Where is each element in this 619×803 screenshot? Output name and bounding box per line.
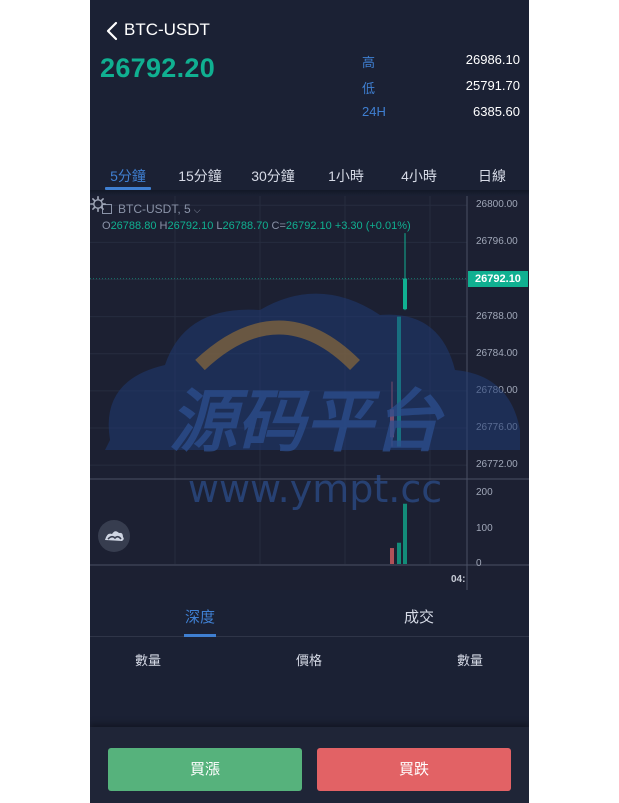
- price-axis-tick: 26776.00: [476, 421, 518, 433]
- price-axis-tick: 26800.00: [476, 199, 518, 211]
- volume-axis-tick: 0: [476, 558, 482, 569]
- time-axis-label: 04:: [451, 574, 466, 585]
- chart-symbol-label: BTC-USDT, 5: [118, 202, 191, 216]
- tab-30min[interactable]: 30分鐘: [243, 166, 303, 186]
- tab-daily[interactable]: 日線: [462, 166, 522, 186]
- price-axis-tick: 26784.00: [476, 347, 518, 359]
- current-price-tag: 26792.10: [468, 271, 528, 287]
- chevron-down-icon[interactable]: ⌵: [194, 205, 201, 215]
- stat-24h-label: 24H: [362, 104, 386, 119]
- ohlc-o-label: O: [102, 220, 111, 232]
- tab-4hour[interactable]: 4小時: [389, 166, 449, 186]
- tab-depth[interactable]: 深度: [160, 606, 240, 627]
- chart-background: [90, 196, 529, 590]
- period-tabs: 5分鐘 15分鐘 30分鐘 1小時 4小時 日線: [90, 160, 529, 190]
- price-axis-tick: 26772.00: [476, 459, 518, 471]
- tab-5min[interactable]: 5分鐘: [98, 166, 158, 186]
- candle-body: [390, 409, 394, 438]
- market-header: BTC-USDT 26792.20 高 26986.10 低 25791.70 …: [90, 0, 529, 160]
- stat-low-label: 低: [362, 81, 376, 96]
- kline-chart[interactable]: BTC-USDT, 5 ⌵ O26788.80 H26792.10 L26788.…: [90, 196, 529, 590]
- price-axis-tick: 26780.00: [476, 384, 518, 396]
- candle-body: [397, 316, 401, 447]
- ohlc-c-label: C=: [271, 220, 286, 232]
- volume-axis-tick: 100: [476, 522, 493, 534]
- ohlc-legend: O26788.80 H26792.10 L26788.70 C=26792.10…: [102, 220, 411, 232]
- ohlc-change: +3.30 (+0.01%): [334, 220, 411, 232]
- depth-table-body: [90, 677, 529, 727]
- price-axis-tick: 26788.00: [476, 310, 518, 322]
- pair-title: BTC-USDT: [124, 20, 210, 39]
- buy-down-button[interactable]: 買跌: [317, 748, 511, 791]
- app-screen: BTC-USDT 26792.20 高 26986.10 低 25791.70 …: [90, 0, 529, 803]
- ohlc-h: 26792.10: [167, 220, 214, 232]
- tab-1hour[interactable]: 1小時: [316, 166, 376, 186]
- ohlc-c: 26792.10: [285, 220, 332, 232]
- depth-col-price: 價格: [296, 653, 323, 668]
- depth-col-ask-qty: 數量: [457, 653, 484, 668]
- price-axis-tick: 26796.00: [476, 236, 518, 248]
- back-arrow-icon[interactable]: [104, 20, 120, 42]
- volume-axis-tick: 200: [476, 487, 493, 499]
- stat-high-value: 26986.10: [465, 52, 520, 67]
- volume-bar: [403, 503, 407, 564]
- chart-symbol-legend: BTC-USDT, 5 ⌵: [102, 202, 201, 216]
- ohlc-l: 26788.70: [222, 220, 269, 232]
- stat-low-value: 25791.70: [465, 78, 520, 93]
- trade-action-bar: 買漲 買跌: [90, 727, 529, 803]
- depth-table-header: 數量 價格 數量: [90, 637, 529, 677]
- stat-low: 低 25791.70: [362, 78, 520, 98]
- chart-provider-logo-icon[interactable]: [98, 520, 130, 552]
- volume-bar: [390, 548, 394, 564]
- depth-trade-tabs: 深度 成交: [90, 590, 529, 637]
- stat-high-label: 高: [362, 55, 376, 70]
- ohlc-o: 26788.80: [110, 220, 157, 232]
- tab-trades[interactable]: 成交: [379, 606, 459, 627]
- gear-icon[interactable]: [90, 196, 106, 212]
- tab-15min[interactable]: 15分鐘: [170, 166, 230, 186]
- stat-high: 高 26986.10: [362, 52, 520, 72]
- volume-bar: [397, 542, 401, 564]
- depth-col-bid-qty: 數量: [135, 653, 162, 668]
- stat-24h-value: 6385.60: [473, 104, 520, 119]
- last-price: 26792.20: [100, 53, 216, 83]
- kline-chart-svg: [90, 196, 529, 590]
- buy-up-button[interactable]: 買漲: [108, 748, 302, 791]
- candle-body: [403, 278, 407, 310]
- stat-24h: 24H 6385.60: [362, 104, 520, 124]
